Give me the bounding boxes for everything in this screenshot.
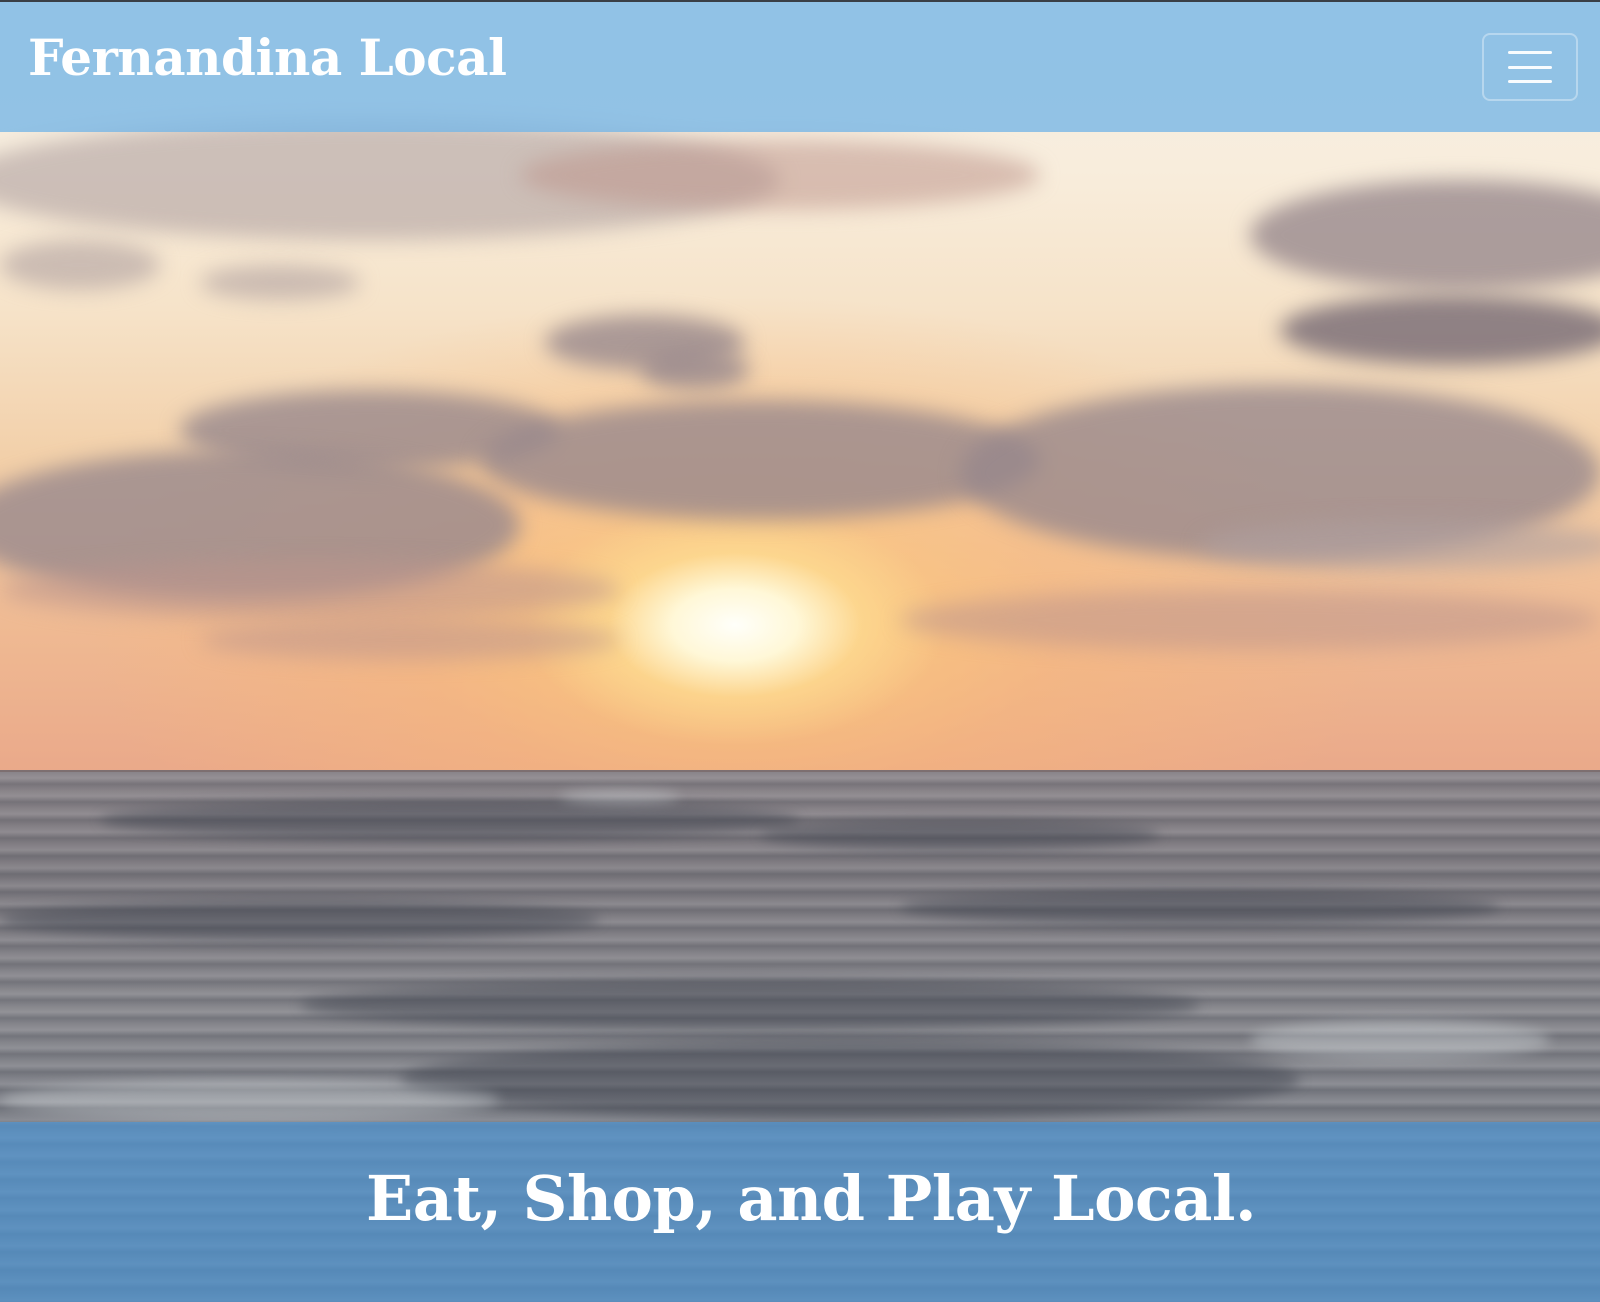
hamburger-icon	[1508, 51, 1552, 83]
page: Fernandina Local Eat, Shop, and Play Loc…	[0, 0, 1600, 1302]
tagline: Eat, Shop, and Play Local.	[365, 1162, 1257, 1235]
hero-sunset-photo	[0, 0, 1600, 1302]
brand-link[interactable]: Fernandina Local	[28, 28, 507, 87]
navbar: Fernandina Local	[0, 0, 1600, 132]
menu-toggle-button[interactable]	[1482, 33, 1578, 101]
tagline-banner: Eat, Shop, and Play Local.	[0, 1122, 1600, 1302]
